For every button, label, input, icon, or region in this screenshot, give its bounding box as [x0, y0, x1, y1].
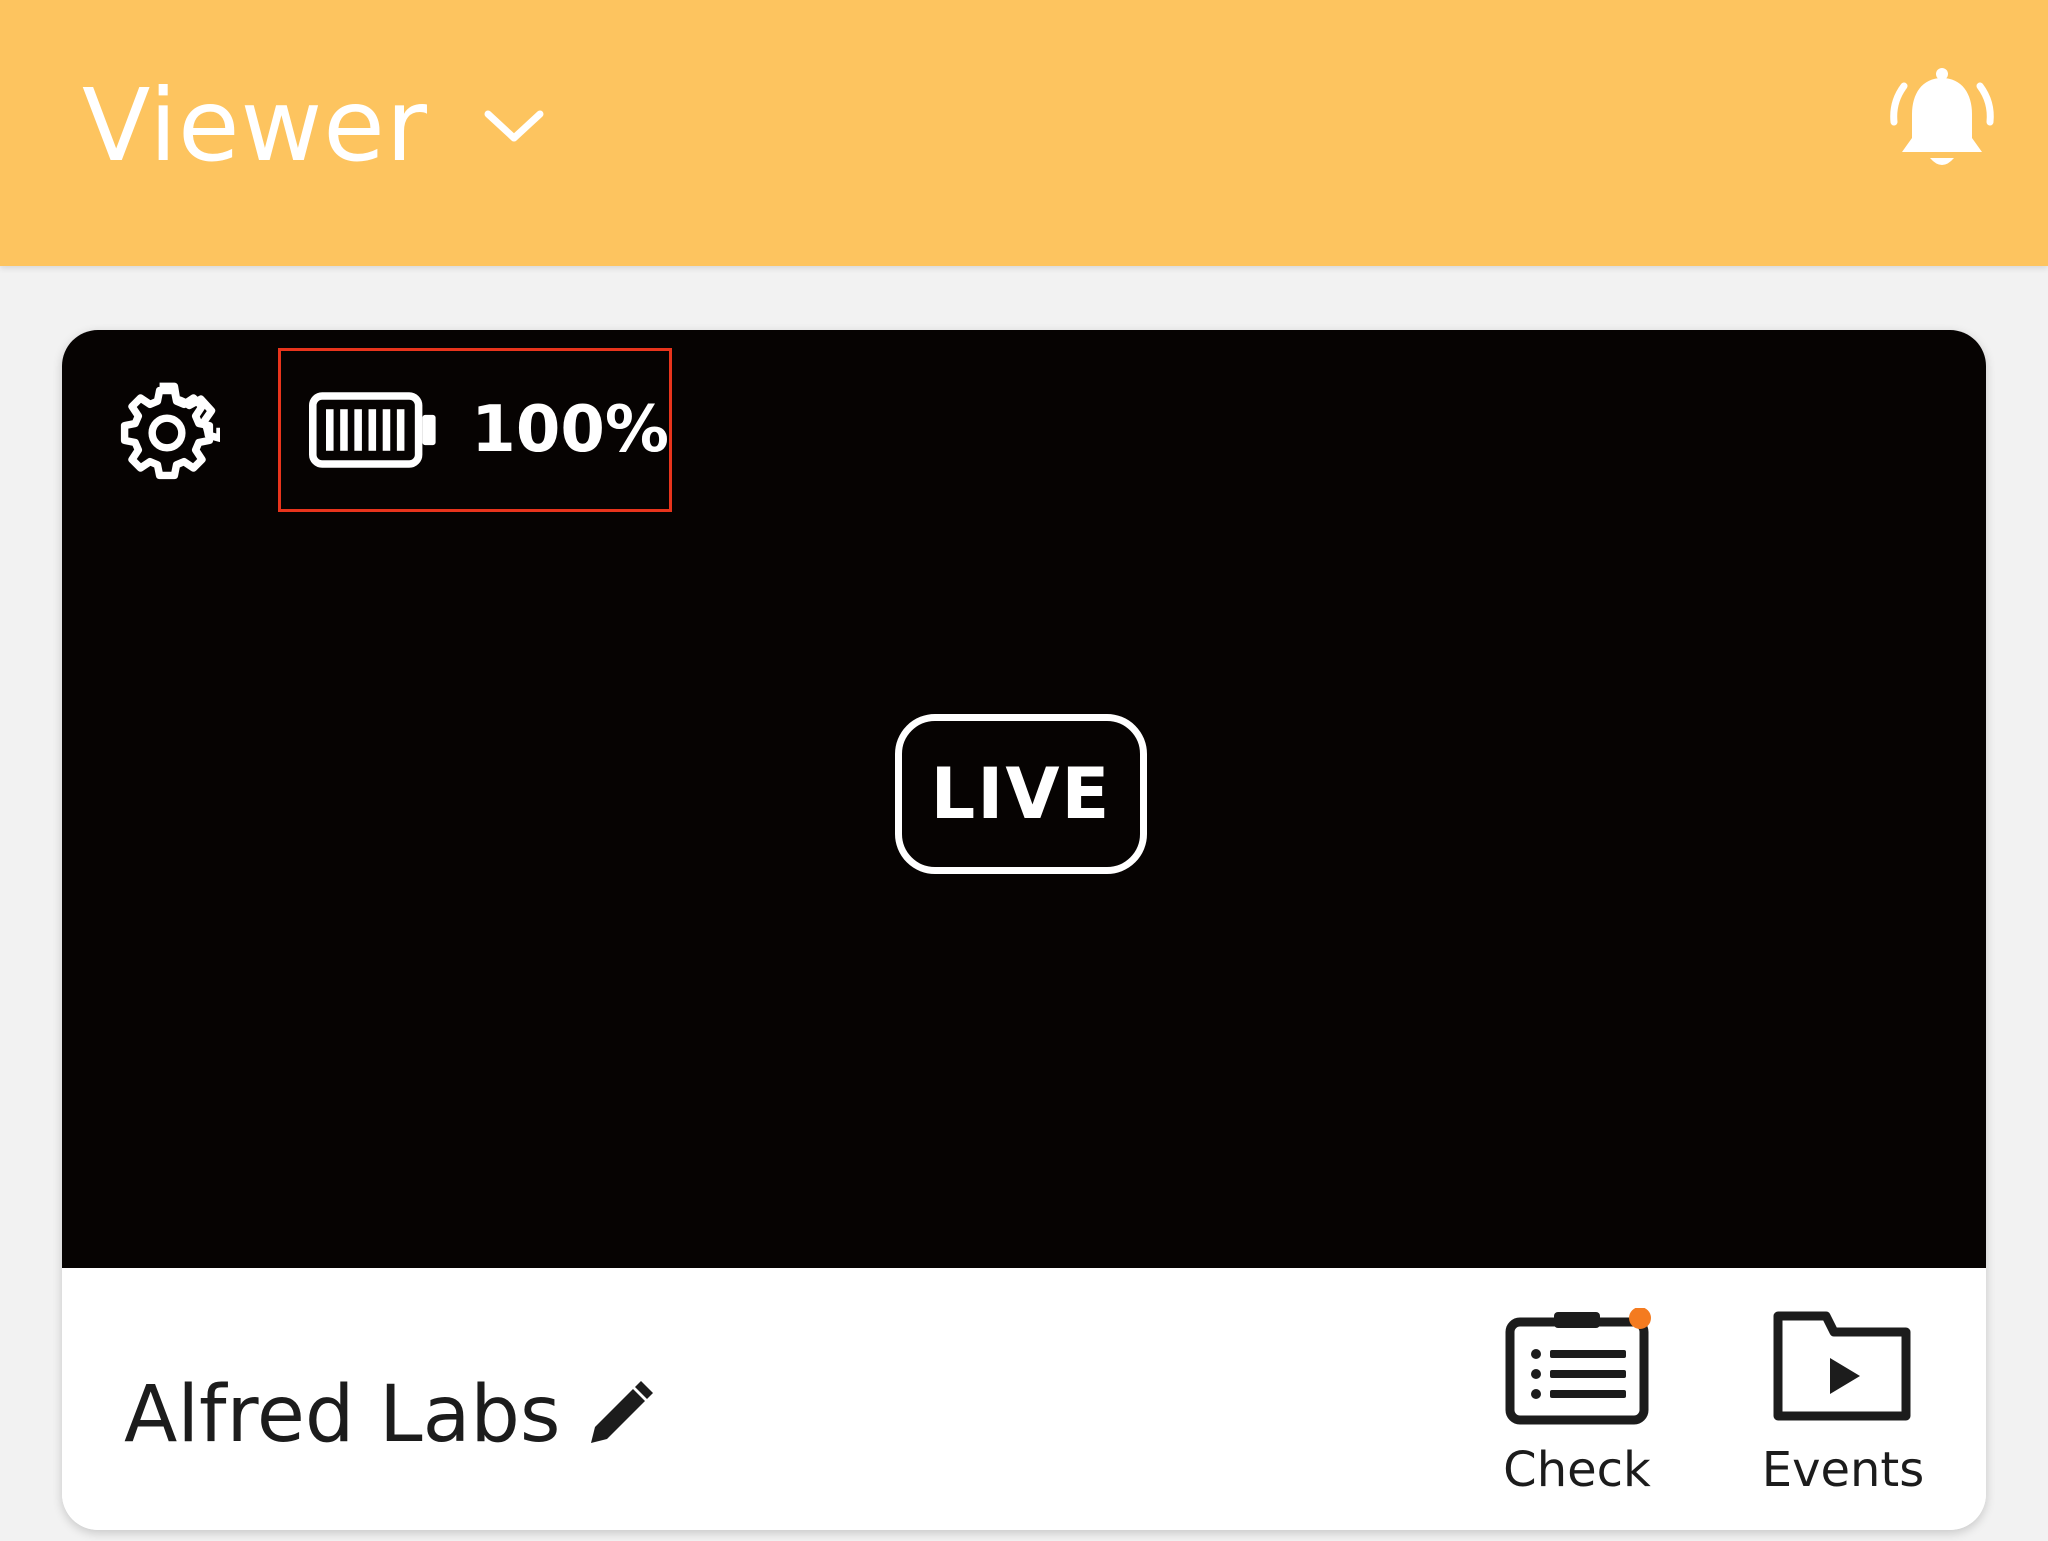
- battery-percentage: 100%: [471, 393, 669, 467]
- camera-name-row: Alfred Labs: [124, 1360, 655, 1470]
- bell-ringing-icon[interactable]: [1884, 64, 2000, 180]
- video-folder-icon: [1773, 1311, 1911, 1421]
- battery-bar: [326, 409, 334, 451]
- battery-bar: [396, 409, 405, 451]
- chevron-down-icon: [484, 110, 544, 142]
- battery-bar: [382, 409, 391, 451]
- card-footer: Alfred Labs Check Events: [62, 1268, 1986, 1530]
- check-button[interactable]: Check: [1482, 1308, 1672, 1508]
- battery-bar: [368, 409, 377, 451]
- viewer-mode-dropdown[interactable]: Viewer: [82, 64, 546, 188]
- check-label: Check: [1503, 1442, 1651, 1498]
- checklist-icon: [1505, 1308, 1651, 1425]
- live-badge[interactable]: LIVE: [895, 714, 1147, 874]
- header-title: Viewer: [82, 67, 428, 184]
- app-header: Viewer: [0, 0, 2048, 266]
- gear-icon[interactable]: [114, 380, 220, 486]
- notification-dot: [1629, 1308, 1651, 1329]
- events-button[interactable]: Events: [1748, 1308, 1938, 1508]
- live-video-feed[interactable]: 100% LIVE: [62, 330, 1986, 1268]
- battery-full-icon: [309, 392, 436, 468]
- camera-name: Alfred Labs: [124, 1370, 561, 1460]
- events-label: Events: [1761, 1442, 1925, 1498]
- battery-bar: [340, 409, 348, 451]
- camera-card: 100% LIVE Alfred Labs Check Events: [62, 330, 1986, 1530]
- battery-status: 100%: [278, 348, 672, 512]
- pencil-icon[interactable]: [583, 1379, 655, 1451]
- battery-bar: [354, 409, 362, 451]
